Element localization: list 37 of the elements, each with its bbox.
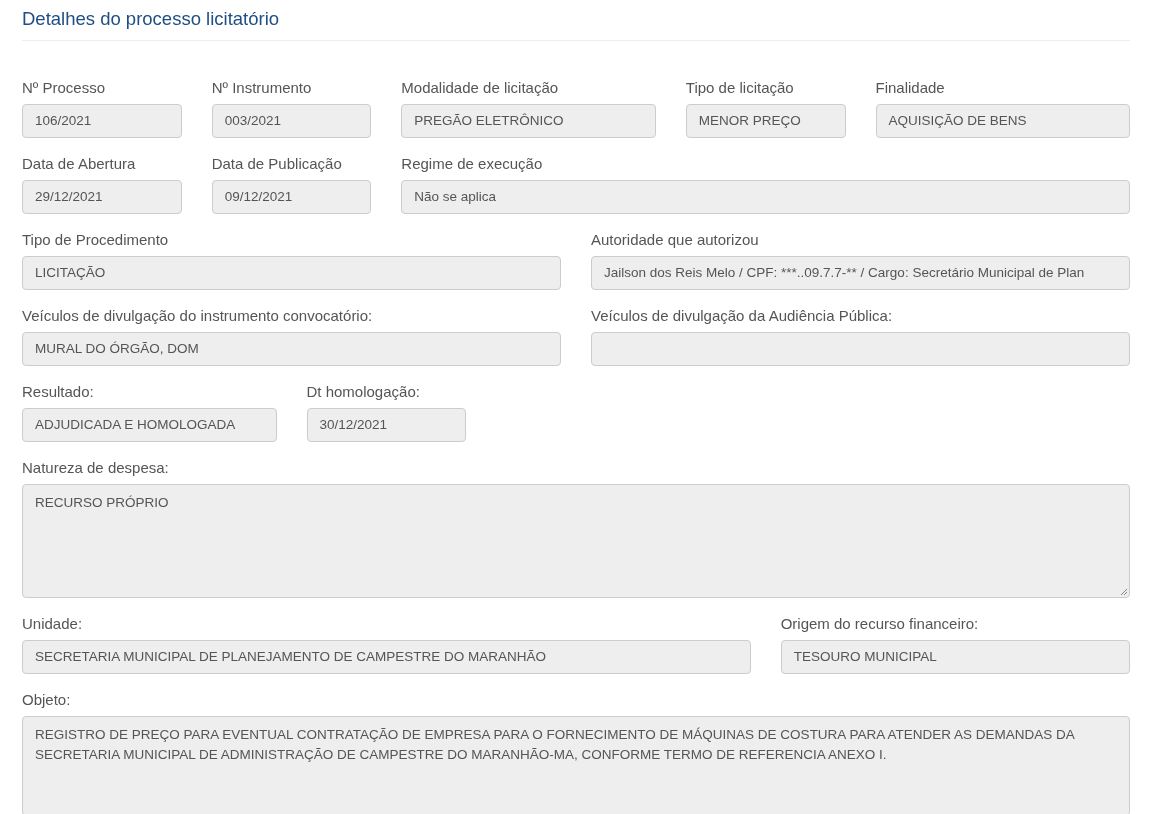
section-title: Detalhes do processo licitatório	[22, 7, 281, 31]
read-only-field: AQUISIÇÃO DE BENS	[875, 104, 1130, 138]
read-only-field: PREGÃO ELETRÔNICO	[401, 104, 656, 138]
field-label: Finalidade	[875, 78, 946, 98]
read-only-field: SECRETARIA MUNICIPAL DE PLANEJAMENTO DE CAMPESTRE DO MARANHÃO	[22, 640, 751, 674]
read-only-field: 30/12/2021	[306, 408, 467, 442]
field-label: Autoridade que autorizou	[591, 230, 760, 250]
field-label: Data de Publicação	[211, 154, 343, 174]
field-label: Tipo de licitação	[685, 78, 795, 98]
field-label: Unidade:	[22, 614, 84, 634]
field-label: Nº Processo	[22, 78, 106, 98]
read-only-field: MURAL DO ÓRGÃO, DOM	[22, 332, 561, 366]
field-label: Natureza de despesa:	[22, 458, 170, 478]
read-only-field: Não se aplica	[401, 180, 1130, 214]
read-only-field: LICITAÇÃO	[22, 256, 561, 290]
read-only-field: Jailson dos Reis Melo / CPF: ***..09.7.7-** / Cargo: Secretário Municipal de Plan	[591, 256, 1130, 290]
field-label: Origem do recurso financeiro:	[780, 614, 980, 634]
read-only-field: 106/2021	[22, 104, 182, 138]
field-label: Modalidade de licitação	[401, 78, 560, 98]
field-label: Tipo de Procedimento	[22, 230, 170, 250]
field-label: Regime de execução	[401, 154, 544, 174]
field-label: Data de Abertura	[22, 154, 137, 174]
read-only-field: 29/12/2021	[22, 180, 182, 214]
read-only-field: 09/12/2021	[211, 180, 372, 214]
field-label: Resultado:	[22, 382, 95, 402]
read-only-field: 003/2021	[211, 104, 372, 138]
field-label: Veículos de divulgação do instrumento convocatório:	[22, 306, 374, 326]
read-only-textarea: REGISTRO DE PREÇO PARA EVENTUAL CONTRATAÇÃO DE EMPRESA PARA O FORNECIMENTO DE MÁQUINAS DE COSTURA PARA ATENDER AS DEMANDAS DA SECRETARIA MUNICIPAL DE ADMINISTRAÇÃO DE CAMPESTRE DO MARANHÃO-MA, CONFORME TERMO DE REFERENCIA ANEXO I.	[22, 716, 1130, 814]
read-only-field: ADJUDICADA E HOMOLOGADA	[22, 408, 277, 442]
field-label: Dt homologação:	[306, 382, 421, 402]
field-label: Nº Instrumento	[211, 78, 313, 98]
read-only-textarea: RECURSO PRÓPRIO	[22, 484, 1130, 598]
field-label: Objeto:	[22, 690, 72, 710]
read-only-field: MENOR PREÇO	[685, 104, 846, 138]
field-label: Veículos de divulgação da Audiência Pública:	[591, 306, 894, 326]
read-only-field: TESOURO MUNICIPAL	[780, 640, 1130, 674]
resize-handle-icon[interactable]	[1119, 587, 1128, 596]
